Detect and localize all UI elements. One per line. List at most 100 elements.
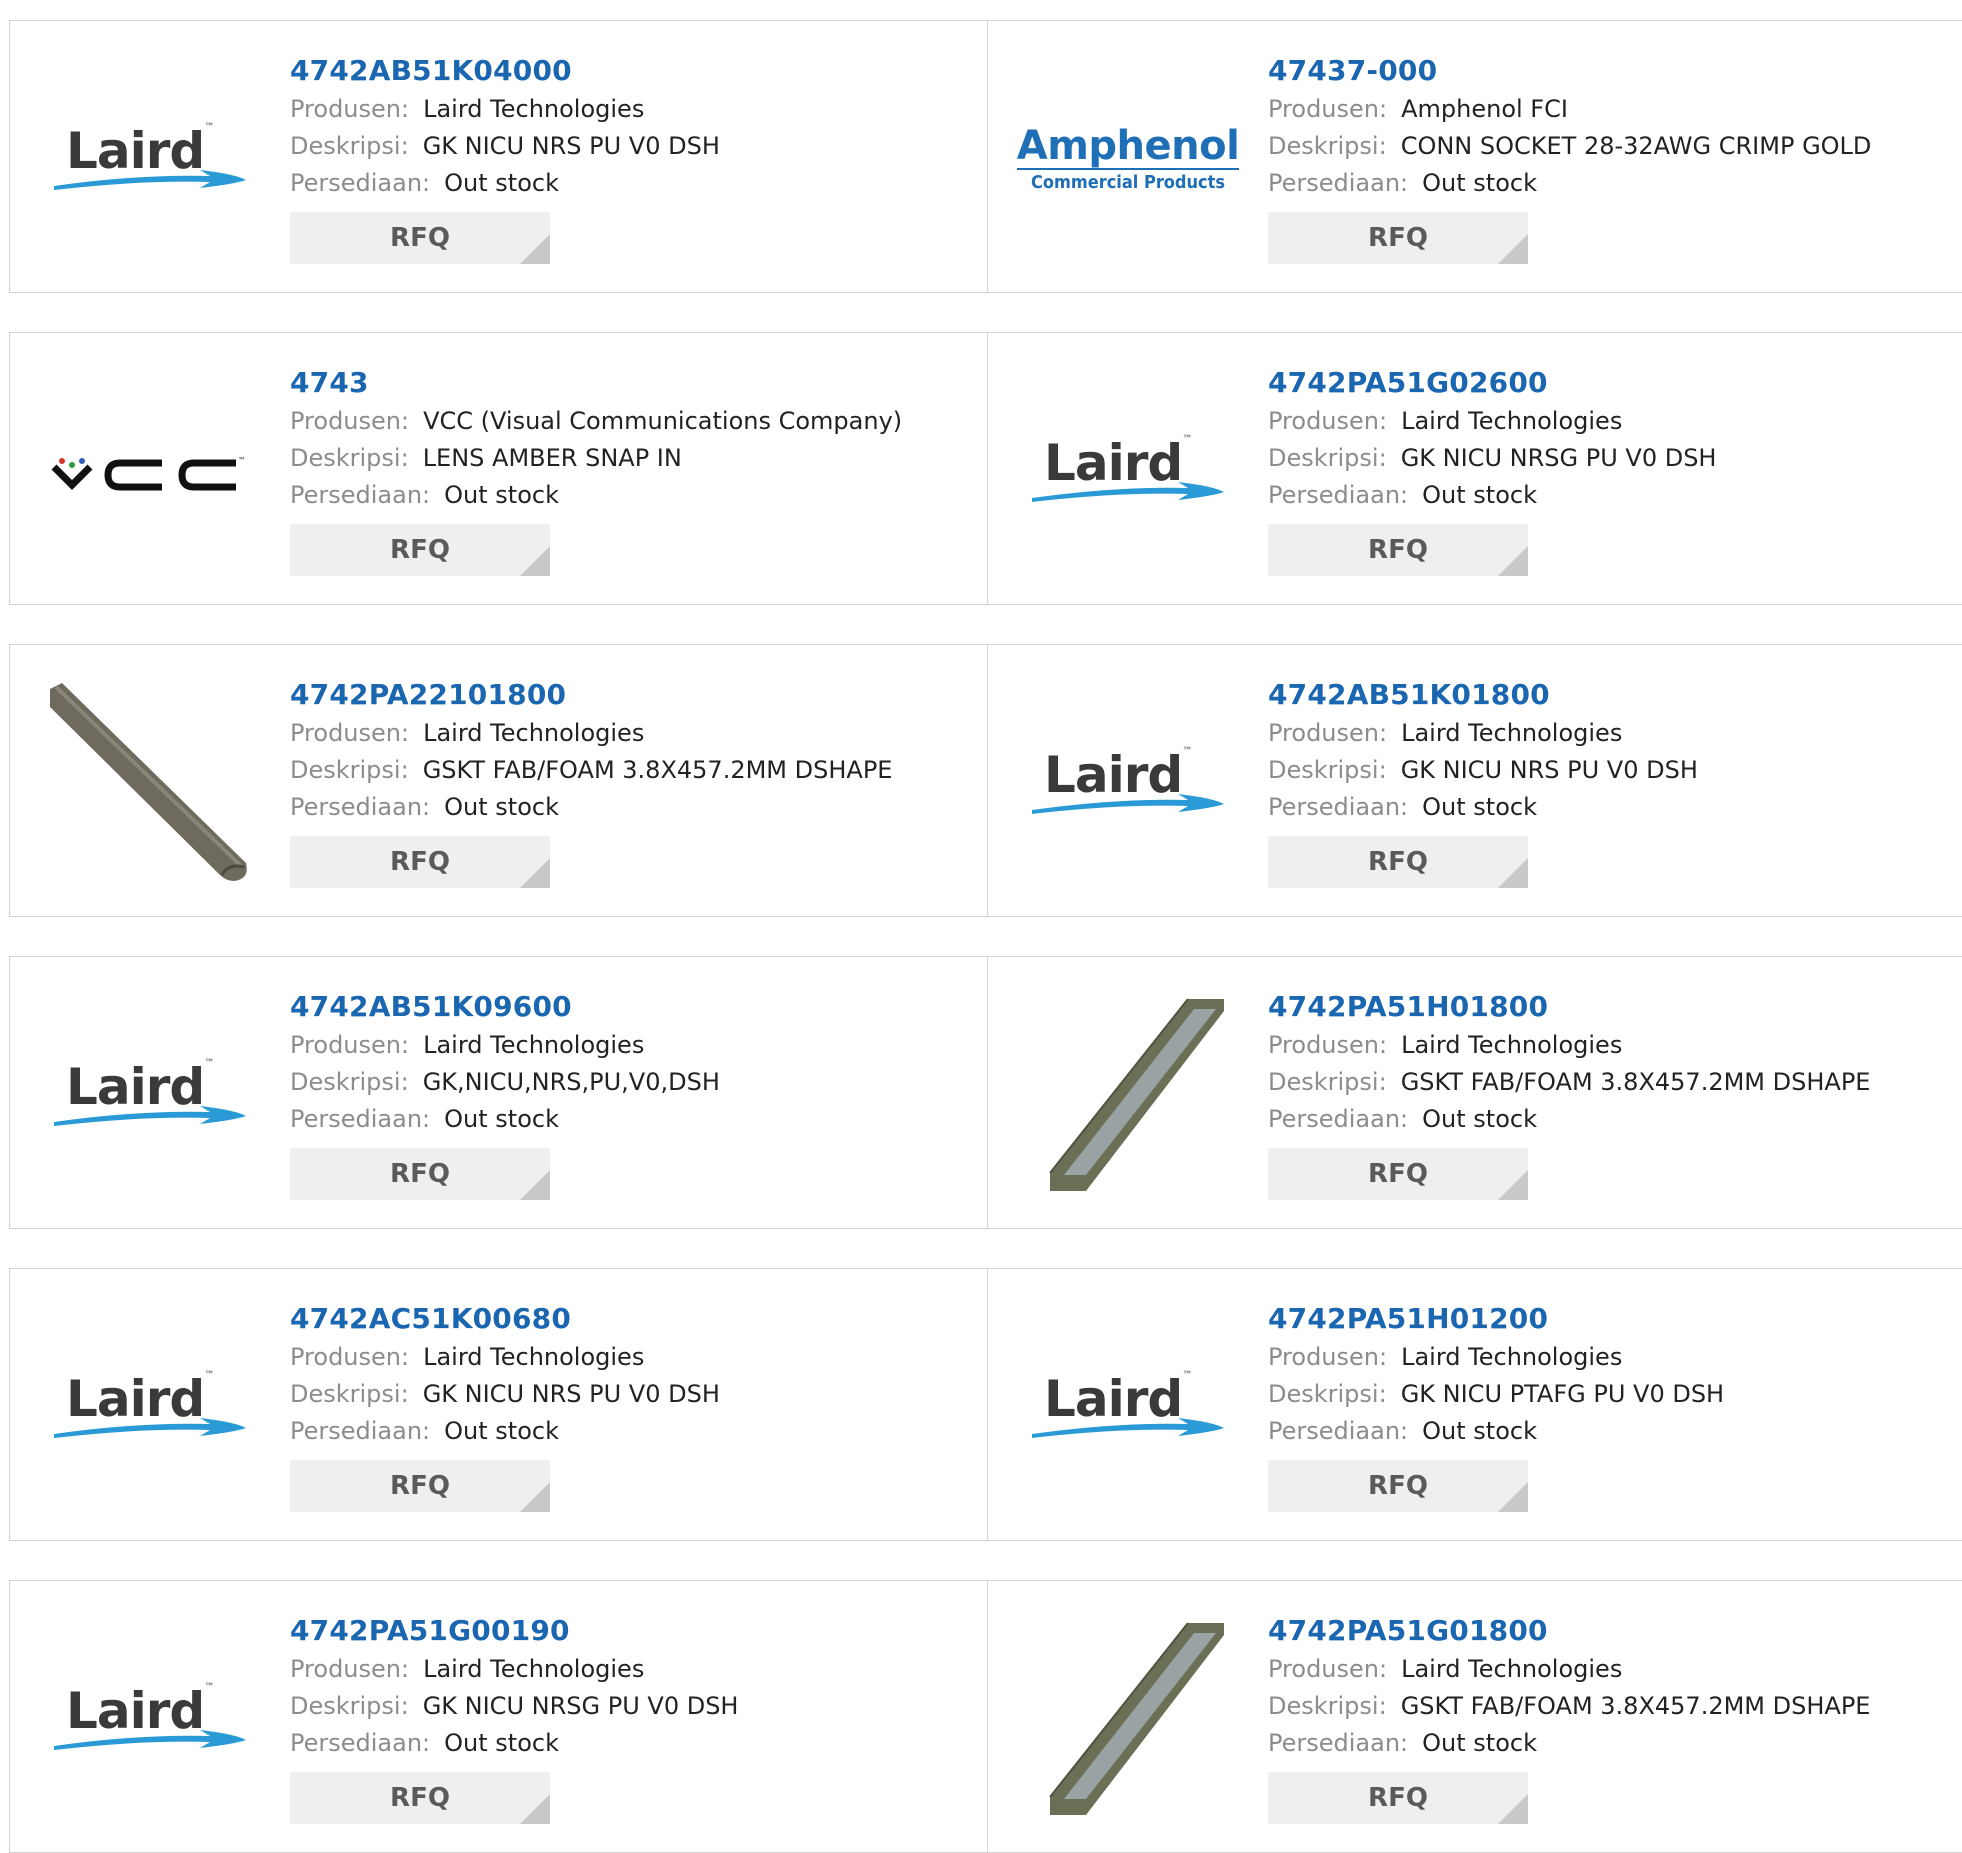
- laird-logo: Laird™: [1028, 426, 1228, 516]
- manufacturer-label: Produsen:: [290, 1655, 410, 1683]
- part-number-link[interactable]: 4742PA51H01800: [1268, 987, 1870, 1027]
- rfq-label: RFQ: [390, 847, 450, 877]
- stock-line: Persediaan: Out stock: [1268, 1101, 1870, 1138]
- description-value: CONN SOCKET 28-32AWG CRIMP GOLD: [1400, 132, 1872, 160]
- rfq-button[interactable]: RFQ: [1268, 524, 1528, 576]
- part-number-link[interactable]: 4742PA22101800: [290, 675, 892, 715]
- description-line: Deskripsi: GK NICU PTAFG PU V0 DSH: [1268, 1376, 1724, 1413]
- product-card: Laird™ 4742PA51H01200 Produsen: Laird Tec…: [988, 1269, 1962, 1540]
- description-line: Deskripsi: GK NICU NRSG PU V0 DSH: [290, 1688, 738, 1725]
- manufacturer-label: Produsen:: [290, 95, 410, 123]
- rfq-label: RFQ: [1368, 1783, 1428, 1813]
- product-card: Laird™ 4742AB51K09600 Produsen: Laird Tec…: [10, 957, 988, 1228]
- part-number-link[interactable]: 4743: [290, 363, 902, 403]
- product-row: 4742PA22101800 Produsen: Laird Technologi…: [9, 644, 1962, 917]
- laird-logo: Laird™: [50, 1674, 250, 1764]
- rfq-button[interactable]: RFQ: [290, 212, 550, 264]
- corner-triangle-icon: [520, 1482, 550, 1512]
- stock-value: Out stock: [1422, 1105, 1537, 1133]
- description-line: Deskripsi: GSKT FAB/FOAM 3.8X457.2MM DSHA…: [1268, 1064, 1870, 1101]
- stock-value: Out stock: [444, 1417, 559, 1445]
- description-value: GK,NICU,NRS,PU,V0,DSH: [422, 1068, 720, 1096]
- manufacturer-label: Produsen:: [1268, 719, 1388, 747]
- manufacturer-value: Laird Technologies: [423, 1343, 645, 1371]
- manufacturer-value: Laird Technologies: [423, 1031, 645, 1059]
- amphenol-logo: Amphenol Commercial Products: [1016, 123, 1240, 193]
- description-value: GK NICU NRSG PU V0 DSH: [422, 1692, 739, 1720]
- stock-value: Out stock: [444, 169, 559, 197]
- stock-line: Persediaan: Out stock: [290, 789, 892, 826]
- manufacturer-line: Produsen: Laird Technologies: [290, 1339, 720, 1376]
- part-number-link[interactable]: 4742PA51G00190: [290, 1611, 738, 1651]
- part-number-link[interactable]: 4742AB51K01800: [1268, 675, 1698, 715]
- stock-value: Out stock: [1422, 481, 1537, 509]
- description-line: Deskripsi: GK,NICU,NRS,PU,V0,DSH: [290, 1064, 720, 1101]
- stock-line: Persediaan: Out stock: [1268, 1725, 1870, 1762]
- laird-logo: Laird™: [50, 1050, 250, 1140]
- rfq-label: RFQ: [1368, 847, 1428, 877]
- product-image: Laird™: [50, 1619, 250, 1819]
- rfq-button[interactable]: RFQ: [290, 1460, 550, 1512]
- part-number-link[interactable]: 4742PA51H01200: [1268, 1299, 1724, 1339]
- description-value: GK NICU NRS PU V0 DSH: [422, 132, 720, 160]
- rfq-button[interactable]: RFQ: [290, 1148, 550, 1200]
- manufacturer-label: Produsen:: [1268, 407, 1388, 435]
- rfq-button[interactable]: RFQ: [1268, 212, 1528, 264]
- laird-logo: Laird™: [1028, 738, 1228, 828]
- description-label: Deskripsi:: [290, 1380, 409, 1408]
- rfq-button[interactable]: RFQ: [290, 524, 550, 576]
- corner-triangle-icon: [1498, 546, 1528, 576]
- rfq-label: RFQ: [390, 1783, 450, 1813]
- laird-logo: Laird™: [1028, 1362, 1228, 1452]
- part-number-link[interactable]: 4742AB51K09600: [290, 987, 720, 1027]
- description-value: LENS AMBER SNAP IN: [422, 444, 682, 472]
- stock-line: Persediaan: Out stock: [290, 1725, 738, 1762]
- rfq-label: RFQ: [1368, 223, 1428, 253]
- stock-line: Persediaan: Out stock: [1268, 1413, 1724, 1450]
- manufacturer-label: Produsen:: [290, 1343, 410, 1371]
- description-line: Deskripsi: GK NICU NRS PU V0 DSH: [290, 1376, 720, 1413]
- manufacturer-label: Produsen:: [290, 1031, 410, 1059]
- description-value: GSKT FAB/FOAM 3.8X457.2MM DSHAPE: [422, 756, 893, 784]
- part-number-link[interactable]: 47437-000: [1268, 51, 1871, 91]
- stock-value: Out stock: [1422, 1729, 1537, 1757]
- manufacturer-value: Laird Technologies: [423, 1655, 645, 1683]
- manufacturer-label: Produsen:: [290, 719, 410, 747]
- stock-label: Persediaan:: [1268, 1105, 1409, 1133]
- rfq-button[interactable]: RFQ: [1268, 1460, 1528, 1512]
- rfq-button[interactable]: RFQ: [290, 1772, 550, 1824]
- rfq-button[interactable]: RFQ: [1268, 1148, 1528, 1200]
- product-image: Laird™: [50, 59, 250, 259]
- part-number-link[interactable]: 4742PA51G01800: [1268, 1611, 1870, 1651]
- rfq-button[interactable]: RFQ: [290, 836, 550, 888]
- gasket-photo: [1049, 998, 1224, 1191]
- part-number-link[interactable]: 4742PA51G02600: [1268, 363, 1716, 403]
- corner-triangle-icon: [1498, 1794, 1528, 1824]
- description-value: GK NICU NRSG PU V0 DSH: [1400, 444, 1717, 472]
- description-value: GSKT FAB/FOAM 3.8X457.2MM DSHAPE: [1400, 1068, 1871, 1096]
- manufacturer-value: Laird Technologies: [1401, 1343, 1623, 1371]
- corner-triangle-icon: [1498, 1170, 1528, 1200]
- manufacturer-line: Produsen: VCC (Visual Communications Comp…: [290, 403, 902, 440]
- rfq-button[interactable]: RFQ: [1268, 836, 1528, 888]
- stock-label: Persediaan:: [290, 169, 431, 197]
- manufacturer-line: Produsen: Laird Technologies: [1268, 1339, 1724, 1376]
- corner-triangle-icon: [520, 546, 550, 576]
- description-line: Deskripsi: GK NICU NRSG PU V0 DSH: [1268, 440, 1716, 477]
- description-label: Deskripsi:: [290, 444, 409, 472]
- vcc-logo: ™: [51, 456, 246, 491]
- rfq-button[interactable]: RFQ: [1268, 1772, 1528, 1824]
- description-line: Deskripsi: GSKT FAB/FOAM 3.8X457.2MM DSHA…: [290, 752, 892, 789]
- description-value: GK NICU PTAFG PU V0 DSH: [1400, 1380, 1725, 1408]
- stock-label: Persediaan:: [290, 481, 431, 509]
- stock-value: Out stock: [444, 793, 559, 821]
- product-image: Amphenol Commercial Products: [1016, 59, 1240, 259]
- part-number-link[interactable]: 4742AB51K04000: [290, 51, 720, 91]
- corner-triangle-icon: [1498, 234, 1528, 264]
- part-number-link[interactable]: 4742AC51K00680: [290, 1299, 720, 1339]
- stock-line: Persediaan: Out stock: [290, 1413, 720, 1450]
- description-label: Deskripsi:: [1268, 756, 1387, 784]
- manufacturer-value: VCC (Visual Communications Company): [423, 407, 903, 435]
- product-image: Laird™: [1028, 683, 1228, 883]
- description-line: Deskripsi: LENS AMBER SNAP IN: [290, 440, 902, 477]
